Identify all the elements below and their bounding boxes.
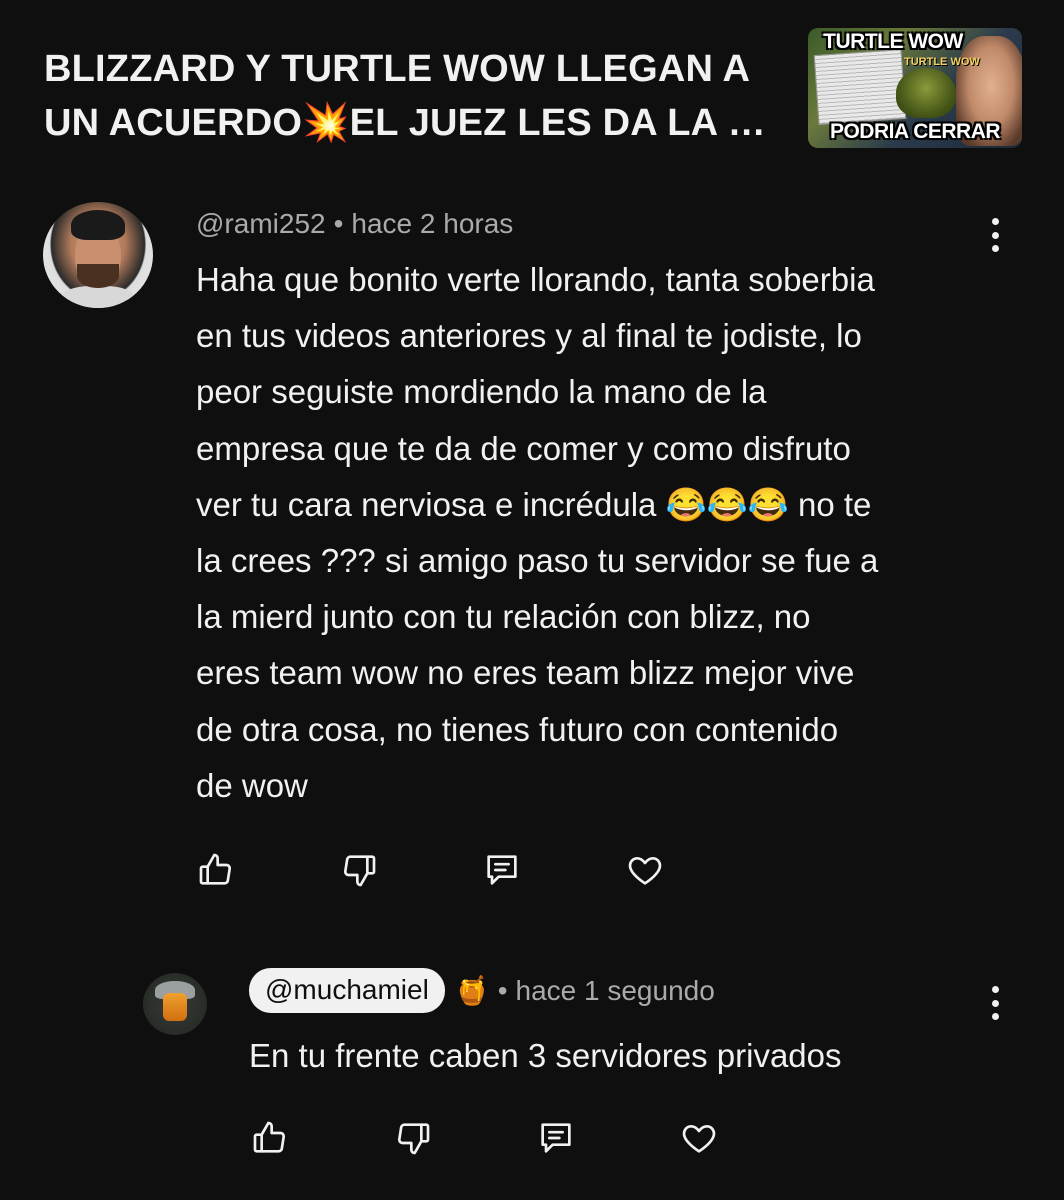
reply-meta: @muchamiel 🍯 • hace 1 segundo <box>249 968 715 1013</box>
comment: @rami252 • hace 2 horas Haha que bonito … <box>0 200 1064 920</box>
comment-timestamp: hace 2 horas <box>351 208 514 239</box>
video-title-line-2: UN ACUERDO💥EL JUEZ LES DA LA … <box>44 102 766 144</box>
reply-comment: @muchamiel 🍯 • hace 1 segundo En tu fren… <box>0 960 1064 1200</box>
comment-author-handle[interactable]: @rami252 <box>196 208 326 240</box>
comment-text: Haha que bonito verte llorando, tanta so… <box>196 252 996 814</box>
avatar[interactable] <box>143 973 207 1035</box>
like-button[interactable] <box>250 1118 290 1158</box>
heart-icon <box>628 857 662 885</box>
thumbnail-turtle-image <box>896 68 956 118</box>
honey-pot-badge: 🍯 <box>454 974 490 1007</box>
thumbnail-bottom-text: PODRIA CERRAR <box>829 120 1001 143</box>
video-title[interactable]: BLIZZARD Y TURTLE WOW LLEGAN A UN ACUERD… <box>44 42 784 150</box>
video-thumbnail[interactable]: TURTLE WOW TURTLE WOW PODRIA CERRAR <box>808 28 1022 148</box>
comment-line: Haha que bonito verte llorando, tanta so… <box>196 261 875 298</box>
comment-actions <box>196 850 665 890</box>
comment-line: ver tu cara nerviosa e incrédula 😂😂😂 no … <box>196 485 872 523</box>
meta-separator: • <box>333 208 344 239</box>
comment-line: eres team wow no eres team blizz mejor v… <box>196 654 855 692</box>
dislike-button[interactable] <box>393 1118 433 1158</box>
more-vert-icon[interactable] <box>988 986 1002 1020</box>
thumbs-up-icon <box>199 853 231 885</box>
thumbnail-top-text: TURTLE WOW <box>823 30 963 53</box>
comment-icon <box>541 1123 571 1153</box>
comment-line: de wow <box>196 766 308 804</box>
comment-line: de otra cosa, no tienes futuro con conte… <box>196 710 839 748</box>
thumbnail-document-image <box>813 49 907 125</box>
comment-line: empresa que te da de comer y como disfru… <box>196 429 851 467</box>
comment-meta: @rami252 • hace 2 horas <box>196 208 513 240</box>
heart-button[interactable] <box>625 850 665 890</box>
thumbs-up-icon <box>253 1121 285 1153</box>
dislike-button[interactable] <box>339 850 379 890</box>
thumbnail-logo-text: TURTLE WOW <box>904 56 980 68</box>
comment-line: peor seguiste mordiendo la mano de la <box>196 373 767 411</box>
heart-button[interactable] <box>679 1118 719 1158</box>
reply-button[interactable] <box>536 1118 576 1158</box>
reply-button[interactable] <box>482 850 522 890</box>
comment-line: en tus videos anteriores y al final te j… <box>196 317 862 355</box>
video-title-line-1: BLIZZARD Y TURTLE WOW LLEGAN A <box>44 48 751 90</box>
more-vert-icon[interactable] <box>988 218 1002 252</box>
like-button[interactable] <box>196 850 236 890</box>
comment-line: la mierd junto con tu relación con blizz… <box>196 598 811 636</box>
avatar[interactable] <box>43 202 153 308</box>
heart-icon <box>682 1125 716 1153</box>
comment-line: la crees ??? si amigo paso tu servidor s… <box>196 542 879 580</box>
comment-icon <box>487 855 517 885</box>
reply-author-handle[interactable]: @muchamiel <box>249 968 445 1013</box>
reply-actions <box>250 1118 719 1158</box>
thumbs-down-icon <box>344 855 376 887</box>
video-header[interactable]: BLIZZARD Y TURTLE WOW LLEGAN A UN ACUERD… <box>0 0 1064 170</box>
meta-separator: • <box>497 974 508 1006</box>
reply-timestamp: hace 1 segundo <box>515 974 715 1006</box>
reply-text: En tu frente caben 3 servidores privados <box>249 1037 842 1074</box>
thumbs-down-icon <box>398 1123 430 1155</box>
